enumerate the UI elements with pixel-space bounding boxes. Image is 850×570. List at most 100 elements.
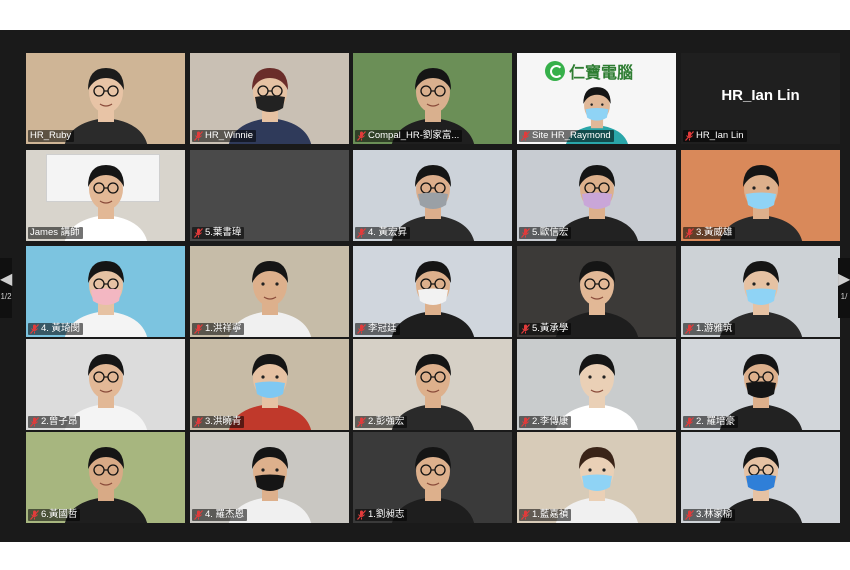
chevron-left-icon: ◀	[0, 271, 13, 288]
participant-name-tag: James 講師	[28, 227, 83, 239]
participant-name: 6.黃國哲	[41, 509, 78, 520]
participant-name: HR_Ruby	[30, 130, 72, 141]
participant-tile[interactable]: Compal_HR-劉家富...	[353, 53, 512, 144]
participant-tile[interactable]: 4. 黃琦閔	[26, 246, 185, 337]
participant-tile[interactable]: HR_Ruby	[26, 53, 185, 144]
participant-name-tag: HR_Ian Lin	[683, 130, 747, 142]
participant-name-tag: Compal_HR-劉家富...	[355, 130, 463, 142]
participant-name-tag: 2.李傳康	[519, 416, 572, 428]
participant-name: 5.葉書瑋	[205, 227, 242, 238]
participant-name: 3.林家榆	[696, 509, 733, 520]
participant-name-tag: 6.黃國哲	[28, 509, 81, 521]
participant-name-tag: 4. 羅杰恩	[192, 509, 248, 521]
mic-muted-icon	[357, 131, 366, 141]
participant-tile[interactable]: 3.林家榆	[681, 432, 840, 523]
participant-name: 2.曾子昂	[41, 416, 78, 427]
participant-name: Site HR_Raymond	[532, 130, 611, 141]
participant-tile[interactable]: 3.黃威雄	[681, 150, 840, 241]
participant-name-tag: 5.歐信宏	[519, 227, 572, 239]
page-indicator: 1/2	[0, 292, 12, 301]
participant-name: James 講師	[30, 227, 80, 238]
participant-name-tag: 3.林家榆	[683, 509, 736, 521]
previous-page-button[interactable]: ◀ 1/2	[0, 258, 12, 318]
mic-muted-icon	[194, 417, 203, 427]
participant-name: 4. 羅杰恩	[205, 509, 245, 520]
page-indicator-right: 1/	[840, 292, 848, 301]
mic-muted-icon	[194, 131, 203, 141]
chevron-right-icon: ▶	[838, 271, 850, 288]
participant-display-name: HR_Ian Lin	[721, 87, 800, 104]
participant-name-tag: Site HR_Raymond	[519, 130, 614, 142]
participant-name: 5.歐信宏	[532, 227, 569, 238]
participant-tile[interactable]: 1.劉昶志	[353, 432, 512, 523]
participant-tile[interactable]: HR_Ian Lin HR_Ian Lin	[681, 53, 840, 144]
participant-name-tag: 2.彭強宏	[355, 416, 408, 428]
participant-name: Compal_HR-劉家富...	[368, 130, 460, 141]
participant-name-tag: 3.黃威雄	[683, 227, 736, 239]
mic-muted-icon	[357, 510, 366, 520]
participant-tile[interactable]: James 講師	[26, 150, 185, 241]
next-page-button[interactable]: ▶ 1/	[838, 258, 850, 318]
participant-tile[interactable]: 1.洪祥寧	[190, 246, 349, 337]
participant-tile[interactable]: 李冠廷	[353, 246, 512, 337]
participant-tile[interactable]: 2.李傳康	[517, 339, 676, 430]
participant-tile[interactable]: 4. 黃宏昇	[353, 150, 512, 241]
participant-name-tag: 2. 羅培豪	[683, 416, 739, 428]
participant-tile[interactable]: 3.洪曉青	[190, 339, 349, 430]
participant-name-tag: 1.劉昶志	[355, 509, 408, 521]
participant-tile[interactable]: 1.游雅筑	[681, 246, 840, 337]
participant-name: 1.劉昶志	[368, 509, 405, 520]
participant-name-tag: 4. 黃琦閔	[28, 323, 84, 335]
mic-muted-icon	[685, 324, 694, 334]
participant-name: 2.彭強宏	[368, 416, 405, 427]
mic-muted-icon	[357, 228, 366, 238]
participant-name: 1.洪祥寧	[205, 323, 242, 334]
participant-name-tag: 李冠廷	[355, 323, 400, 335]
participant-name: HR_Ian Lin	[696, 130, 744, 141]
participant-name-tag: 3.洪曉青	[192, 416, 245, 428]
participant-name: 2.李傳康	[532, 416, 569, 427]
mic-muted-icon	[357, 324, 366, 334]
participant-name: 1.游雅筑	[696, 323, 733, 334]
participant-name: 3.黃威雄	[696, 227, 733, 238]
participant-name-tag: 4. 黃宏昇	[355, 227, 411, 239]
participant-tile[interactable]: 仁寶電腦 Site HR_Raymond	[517, 53, 676, 144]
mic-muted-icon	[30, 510, 39, 520]
mic-muted-icon	[685, 510, 694, 520]
participant-tile[interactable]: 6.黃國哲	[26, 432, 185, 523]
participant-name-tag: 5.黃承學	[519, 323, 572, 335]
participant-name: 3.洪曉青	[205, 416, 242, 427]
participant-name-tag: HR_Winnie	[192, 130, 257, 142]
mic-muted-icon	[30, 324, 39, 334]
mic-muted-icon	[194, 510, 203, 520]
mic-muted-icon	[521, 417, 530, 427]
mic-muted-icon	[521, 131, 530, 141]
participant-name: 李冠廷	[368, 323, 397, 334]
mic-muted-icon	[521, 510, 530, 520]
participant-tile[interactable]: 2. 羅培豪	[681, 339, 840, 430]
participant-name: HR_Winnie	[205, 130, 254, 141]
participant-tile[interactable]: 5.黃承學	[517, 246, 676, 337]
mic-muted-icon	[194, 324, 203, 334]
mic-muted-icon	[685, 228, 694, 238]
participant-tile[interactable]: 1.藍嘉禎	[517, 432, 676, 523]
mic-muted-icon	[30, 417, 39, 427]
mic-muted-icon	[685, 131, 694, 141]
participant-tile[interactable]: 5.歐信宏	[517, 150, 676, 241]
participant-name-tag: HR_Ruby	[28, 130, 75, 142]
participant-tile[interactable]: 4. 羅杰恩	[190, 432, 349, 523]
participant-tile[interactable]: HR_Winnie	[190, 53, 349, 144]
participant-name-tag: 1.藍嘉禎	[519, 509, 572, 521]
mic-muted-icon	[194, 228, 203, 238]
participant-name-tag: 2.曾子昂	[28, 416, 81, 428]
video-call-window: HR_Ruby HR_Winnie Compal_HR-劉家富... 仁寶電腦 Site…	[0, 30, 850, 542]
mic-muted-icon	[685, 417, 694, 427]
mic-muted-icon	[357, 417, 366, 427]
participant-tile[interactable]: 2.曾子昂	[26, 339, 185, 430]
participant-name-tag: 1.洪祥寧	[192, 323, 245, 335]
participant-name: 1.藍嘉禎	[532, 509, 569, 520]
participant-name: 4. 黃琦閔	[41, 323, 81, 334]
participant-tile[interactable]: 2.彭強宏	[353, 339, 512, 430]
mic-muted-icon	[521, 228, 530, 238]
participant-tile[interactable]: 5.葉書瑋	[190, 150, 349, 241]
